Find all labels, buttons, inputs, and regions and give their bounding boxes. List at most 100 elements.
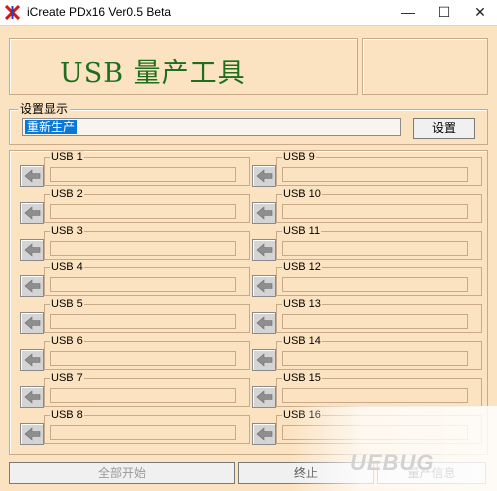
usb-port-status-field — [282, 351, 468, 366]
arrow-left-icon — [24, 353, 41, 367]
port-action-button[interactable] — [252, 165, 276, 187]
port-action-button[interactable] — [252, 312, 276, 335]
usb-port-slot: USB 5 — [20, 298, 250, 335]
arrow-left-icon — [256, 169, 273, 183]
usb-port-slot: USB 13 — [252, 298, 482, 335]
usb-port-status-field — [50, 167, 236, 182]
usb-port-status-field — [282, 277, 468, 293]
production-info-button[interactable]: 量产信息 — [377, 462, 486, 484]
usb-port-label: USB 12 — [282, 261, 322, 274]
usb-port-status-field — [50, 387, 236, 403]
usb-port-label: USB 1 — [50, 151, 84, 163]
usb-port-group: USB 4 — [44, 261, 250, 297]
usb-port-label: USB 9 — [282, 151, 316, 163]
stop-button[interactable]: 终止 — [238, 462, 374, 484]
usb-port-group: USB 15 — [276, 371, 482, 407]
usb-port-slot: USB 14 — [252, 335, 482, 371]
port-action-button[interactable] — [252, 385, 276, 408]
usb-port-group: USB 14 — [276, 335, 482, 370]
usb-port-label: USB 15 — [282, 371, 322, 384]
settings-legend: 设置显示 — [18, 102, 71, 116]
usb-port-slot: USB 11 — [252, 224, 482, 261]
usb-ports-panel: USB 1 USB 2 USB 3 USB 4 USB 5 USB 6 USB 7 USB 8… — [9, 150, 488, 455]
port-action-button[interactable] — [20, 385, 44, 408]
settings-value: 重新生产 — [25, 120, 78, 134]
usb-port-label: USB 13 — [282, 298, 322, 311]
usb-port-group: USB 7 — [44, 371, 250, 407]
arrow-left-icon — [24, 279, 41, 294]
port-action-button[interactable] — [252, 238, 276, 261]
banner-title: USB 量产工具 — [60, 58, 246, 89]
settings-button[interactable]: 设置 — [413, 118, 475, 139]
usb-port-label: USB 2 — [50, 187, 84, 200]
port-action-button[interactable] — [20, 275, 44, 298]
port-action-button[interactable] — [252, 275, 276, 298]
port-action-button[interactable] — [252, 349, 276, 371]
arrow-left-icon — [256, 353, 273, 367]
port-action-button[interactable] — [252, 422, 276, 445]
arrow-left-icon — [24, 316, 41, 330]
close-button[interactable]: ✕ — [462, 0, 497, 25]
usb-port-slot: USB 16 — [252, 408, 482, 445]
arrow-left-icon — [256, 390, 273, 404]
port-action-button[interactable] — [252, 201, 276, 224]
usb-port-slot: USB 4 — [20, 261, 250, 298]
arrow-left-icon — [24, 426, 41, 441]
usb-port-label: USB 4 — [50, 261, 84, 274]
usb-port-label: USB 3 — [50, 224, 84, 237]
usb-port-status-field — [282, 240, 468, 256]
usb-port-status-field — [50, 424, 236, 440]
usb-port-slot: USB 7 — [20, 371, 250, 408]
usb-port-label: USB 11 — [282, 224, 322, 237]
usb-port-status-field — [282, 203, 468, 219]
arrow-left-icon — [24, 169, 41, 183]
usb-port-status-field — [50, 351, 236, 366]
port-action-button[interactable] — [20, 201, 44, 224]
usb-port-label: USB 6 — [50, 335, 84, 347]
usb-port-label: USB 7 — [50, 371, 84, 384]
port-action-button[interactable] — [20, 312, 44, 335]
usb-port-slot: USB 6 — [20, 335, 250, 371]
usb-port-slot: USB 1 — [20, 151, 250, 187]
port-action-button[interactable] — [20, 238, 44, 261]
usb-port-status-field — [50, 203, 236, 219]
usb-port-slot: USB 2 — [20, 187, 250, 224]
usb-port-label: USB 8 — [50, 408, 84, 421]
usb-port-status-field — [282, 167, 468, 182]
arrow-left-icon — [256, 316, 273, 330]
start-all-button[interactable]: 全部开始 — [9, 462, 235, 484]
usb-port-group: USB 9 — [276, 151, 482, 186]
usb-port-group: USB 3 — [44, 224, 250, 260]
usb-port-status-field — [50, 277, 236, 293]
arrow-left-icon — [256, 426, 273, 441]
usb-port-group: USB 11 — [276, 224, 482, 260]
usb-port-label: USB 14 — [282, 335, 322, 347]
arrow-left-icon — [256, 242, 273, 257]
minimize-button[interactable]: — — [390, 0, 426, 25]
port-action-button[interactable] — [20, 422, 44, 445]
usb-port-group: USB 12 — [276, 261, 482, 297]
usb-port-label: USB 10 — [282, 187, 322, 200]
usb-port-status-field — [50, 314, 236, 330]
app-logo-icon — [5, 5, 20, 20]
usb-port-group: USB 10 — [276, 187, 482, 223]
bottom-bar: 全部开始 终止 量产信息 — [0, 458, 497, 491]
arrow-left-icon — [24, 206, 41, 220]
usb-port-slot: USB 9 — [252, 151, 482, 187]
port-action-button[interactable] — [20, 165, 44, 187]
settings-display-field[interactable]: 重新生产 — [22, 118, 401, 136]
usb-port-group: USB 8 — [44, 408, 250, 444]
banner-side-panel — [362, 38, 488, 95]
maximize-button[interactable]: ☐ — [426, 0, 462, 25]
usb-port-slot: USB 15 — [252, 371, 482, 408]
usb-port-group: USB 5 — [44, 298, 250, 334]
usb-port-slot: USB 3 — [20, 224, 250, 261]
arrow-left-icon — [256, 206, 273, 220]
port-action-button[interactable] — [20, 349, 44, 371]
usb-port-status-field — [282, 424, 468, 440]
settings-group: 设置显示 重新生产 设置 — [9, 102, 488, 145]
usb-port-slot: USB 8 — [20, 408, 250, 445]
arrow-left-icon — [24, 242, 41, 257]
arrow-left-icon — [256, 279, 273, 294]
window-title: iCreate PDx16 Ver0.5 Beta — [27, 5, 172, 19]
